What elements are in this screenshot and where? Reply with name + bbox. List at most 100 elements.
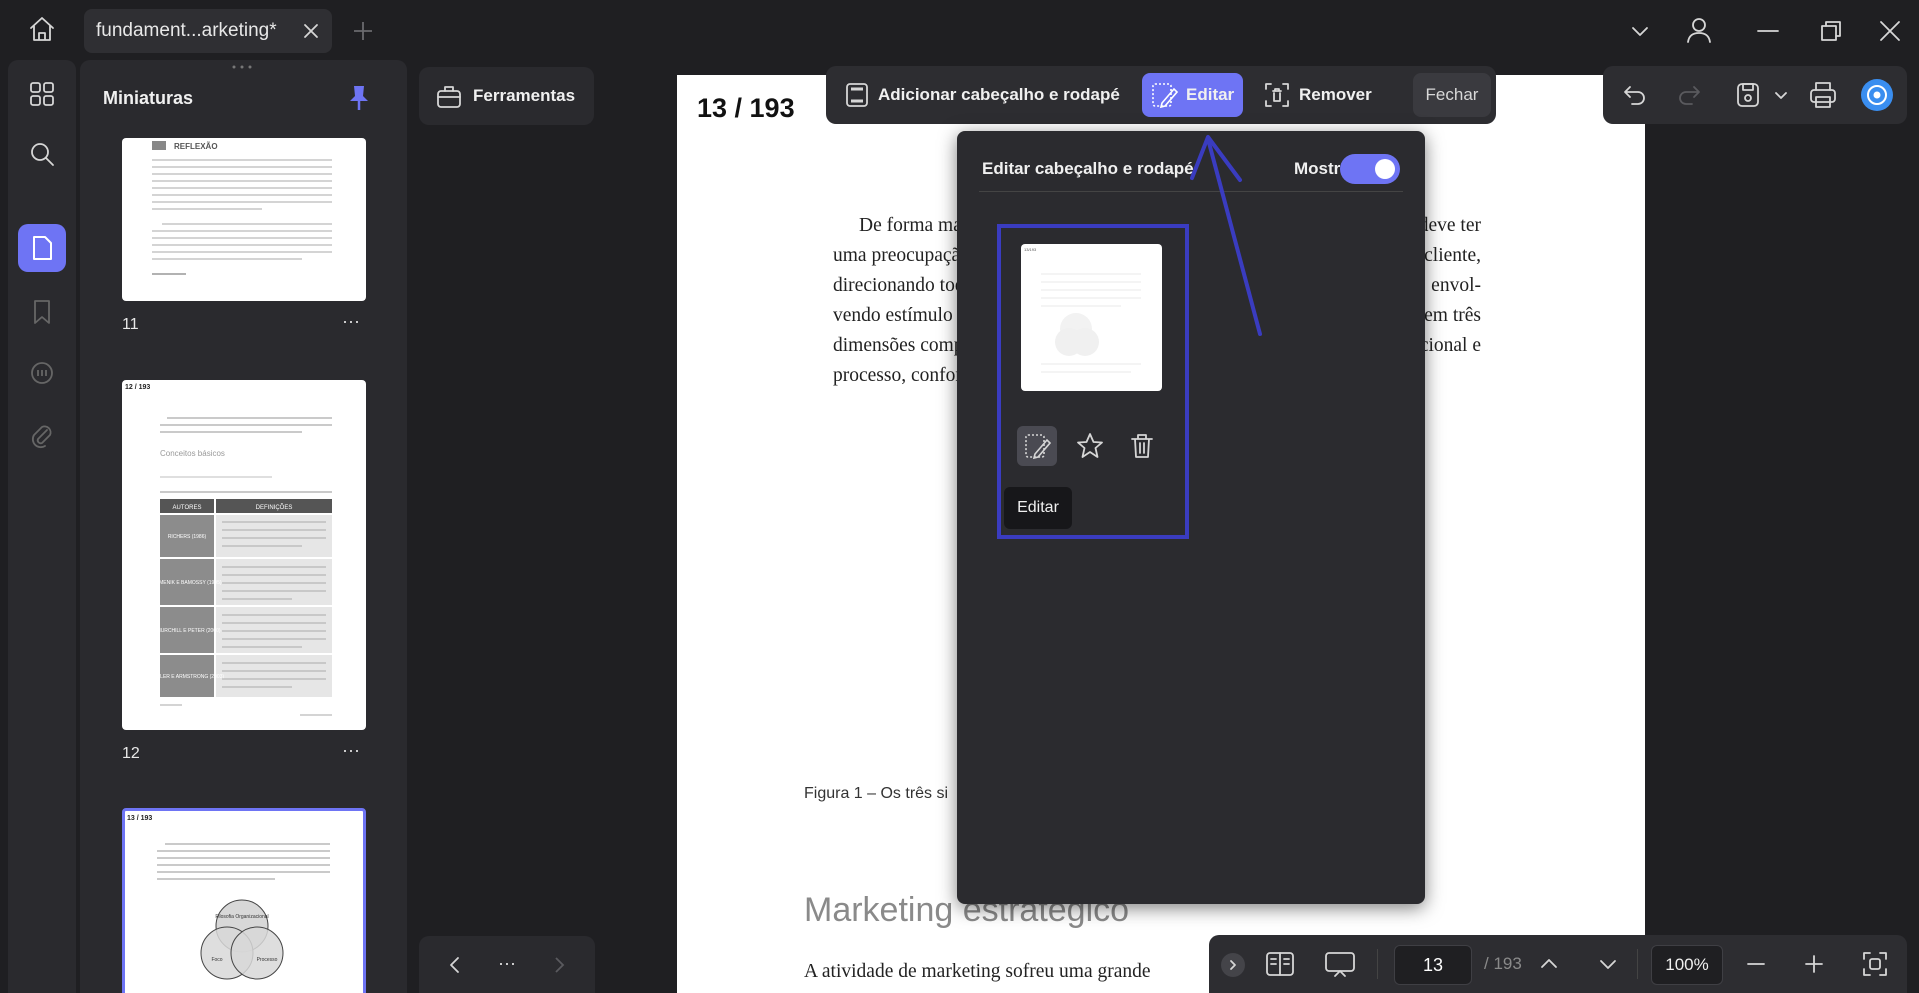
edit-button[interactable]: Editar [1142,73,1243,117]
thumbnail-number: 12 [122,745,140,762]
restore-icon[interactable] [1808,8,1854,54]
show-toggle[interactable] [1340,154,1400,184]
para-line-right: deve ter [1418,215,1481,236]
remove-icon [1265,83,1289,107]
thumb-12-th-2: DEFINIÇÕES [256,504,293,511]
para-line-right: cional e [1419,335,1481,356]
minimize-icon[interactable] [1745,8,1791,54]
thumb-13-header: 13 / 193 [127,815,152,822]
template-delete-button[interactable] [1122,426,1162,466]
search-icon[interactable] [18,130,66,178]
undo-icon[interactable] [1622,82,1648,108]
header-footer-icon [846,83,868,107]
new-tab-icon[interactable] [340,8,386,54]
drag-handle[interactable] [230,64,254,70]
tools-label: Ferramentas [473,86,576,105]
thumbnail-number: 11 [122,316,139,333]
thumb-13-venn-3: Processo [257,957,278,963]
bookmark-icon[interactable] [18,288,66,336]
body-text: A atividade de marketing sofreu uma gran… [804,961,1151,982]
apps-icon[interactable] [18,70,66,118]
redo-icon[interactable] [1676,82,1702,108]
page-layout-icon[interactable] [1265,950,1295,978]
chevron-left-icon[interactable] [447,955,463,975]
thumb-12-row-3: CHURCHILL E PETER (2000) [153,628,220,634]
add-header-footer-button[interactable]: Adicionar cabeçalho e rodapé [836,73,1128,117]
next-page-icon[interactable] [1597,953,1619,975]
para-line-right: cliente, [1424,245,1481,266]
thumbnails-icon[interactable] [18,224,66,272]
save-icon[interactable] [1734,81,1762,109]
thumbnail-pager: ⋯ [419,936,595,993]
edit-tooltip: Editar [1004,487,1072,529]
para-line-left: direcionando tod [833,275,965,296]
zoom-in-icon[interactable] [1803,953,1825,975]
print-icon[interactable] [1808,80,1838,110]
zoom-level[interactable]: 100% [1651,945,1723,985]
thumbnail-page-12[interactable]: 12 / 193 Conceitos básicos AUTORES DEFIN… [122,380,366,730]
thumbnail-more-icon[interactable]: ⋯ [342,741,361,762]
page-total: / 193 [1484,954,1522,973]
para-line-left: processo, conform [833,365,978,386]
thumb-12-header: 12 / 193 [125,384,150,391]
chevron-down-icon[interactable] [1774,88,1788,102]
annotation-arrow [1190,135,1262,336]
trash-icon [1131,434,1153,458]
tools-button[interactable]: Ferramentas [419,67,594,125]
toolbox-icon [437,86,461,108]
thumbnail-page-13[interactable]: 13 / 193 Filosofia Organizacional Foco P… [122,808,366,993]
remove-button[interactable]: Remover [1255,73,1380,117]
para-line-left: vendo estímulo e [833,305,967,326]
edit-label: Editar [1186,85,1235,104]
bottom-toolbar: / 193 100% [1209,935,1907,993]
header-footer-toolbar: Adicionar cabeçalho e rodapé Editar Remo… [826,66,1496,124]
thumbnails-title: Miniaturas [103,88,194,108]
divider [1377,949,1378,979]
pin-icon[interactable] [348,84,370,112]
user-icon[interactable] [1676,7,1722,53]
template-thumbnail[interactable]: 13/193 [1021,244,1162,391]
page-number-input[interactable] [1394,945,1472,985]
previous-page-icon[interactable] [1538,953,1560,975]
edit-pattern-icon [1152,83,1178,109]
figure-caption: Figura 1 – Os três si [804,785,949,802]
para-line-left: dimensões comp [833,335,964,356]
tab-title: fundament...arketing* [96,20,277,41]
chevron-right-icon[interactable] [551,955,567,975]
thumb-12-th-1: AUTORES [173,505,202,511]
attachment-icon[interactable] [18,412,66,460]
left-rail [8,60,76,993]
thumb-13-venn-1: Filosofia Organizacional [215,914,268,920]
title-bar: fundament...arketing* [0,0,1919,60]
presentation-icon[interactable] [1324,950,1356,978]
template-favorite-button[interactable] [1070,426,1110,466]
star-icon [1077,433,1103,458]
chevron-down-icon[interactable] [1617,8,1663,54]
svg-text:13/193: 13/193 [1024,247,1037,252]
thumb-12-row-2: SEMENIK E BAMOSSY (1995) [152,580,221,586]
more-icon[interactable]: ⋯ [498,954,516,975]
document-tab[interactable]: fundament...arketing* [84,9,332,53]
fit-screen-icon[interactable] [1861,950,1889,978]
ai-assistant-icon[interactable] [1860,78,1894,112]
comment-icon[interactable] [18,350,66,398]
edit-pattern-icon [1025,434,1051,460]
thumb-12-subtitle: Conceitos básicos [160,449,225,458]
thumbnails-panel: Miniaturas REFLEXÃO 11 ⋯ 12 / 193 Concei… [80,60,407,993]
page-header-label: 13 / 193 [697,93,795,123]
thumbnail-page-11[interactable]: REFLEXÃO [122,138,366,301]
panel-title: Editar cabeçalho e rodapé [982,159,1194,178]
collapse-chevron-icon[interactable] [1221,953,1245,977]
home-icon[interactable] [19,6,65,52]
thumbnail-more-icon[interactable]: ⋯ [342,312,361,333]
thumb-12-row-1: RICHERS (1986) [168,534,207,540]
right-toolbar [1603,66,1907,124]
close-tab-icon[interactable] [302,22,320,40]
zoom-out-icon[interactable] [1745,953,1767,975]
template-edit-button[interactable] [1017,426,1057,466]
close-button[interactable]: Fechar [1413,73,1491,117]
close-window-icon[interactable] [1867,8,1913,54]
para-line-right: em três [1424,305,1481,326]
para-line-right: , envol- [1421,275,1481,296]
add-header-footer-label: Adicionar cabeçalho e rodapé [878,85,1120,104]
